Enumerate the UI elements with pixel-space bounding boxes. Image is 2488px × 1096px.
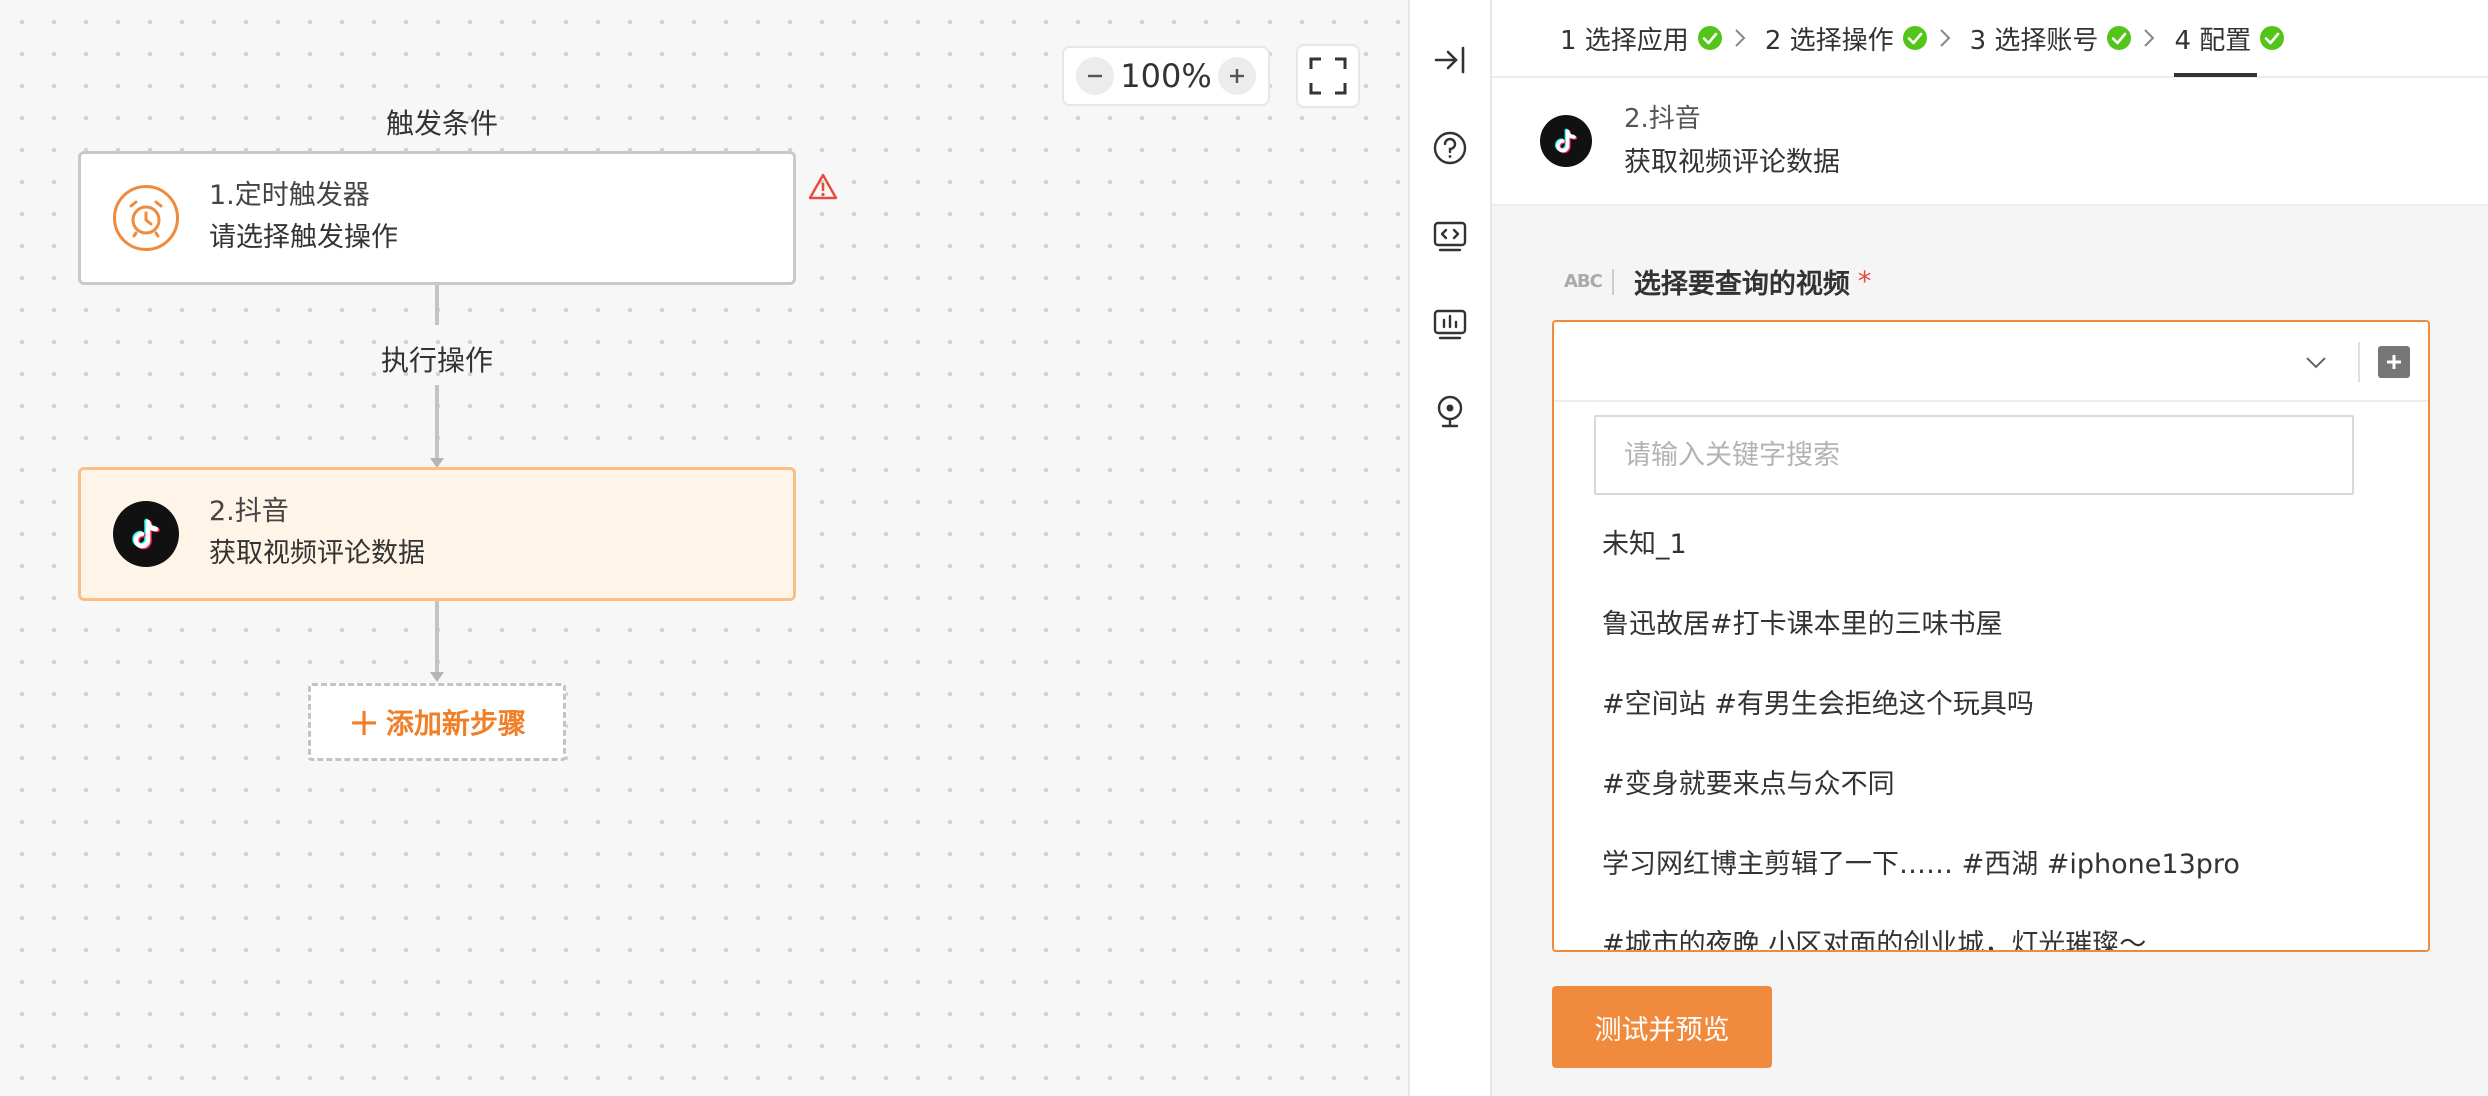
app-title: 2.抖音: [1624, 104, 1701, 134]
help-icon: [1433, 131, 1467, 165]
arrow-down-icon: [430, 672, 444, 682]
step-label: 3 选择账号: [1969, 25, 2099, 56]
list-item[interactable]: 鲁迅故居#打卡课本里的三味书屋: [1554, 585, 2428, 665]
chevron-down-icon[interactable]: [2304, 350, 2328, 374]
zoom-out-button[interactable]: [1076, 57, 1114, 95]
tiktok-icon: [1540, 115, 1592, 167]
step-configure[interactable]: 4 配置: [2174, 0, 2285, 77]
list-item[interactable]: #空间站 #有男生会拒绝这个玩具吗: [1554, 665, 2428, 745]
check-circle-icon: [2260, 26, 2285, 50]
text-type-badge: ABC: [1564, 271, 1603, 292]
minus-icon: [1088, 74, 1102, 78]
chevron-right-icon: [1735, 29, 1746, 47]
zoom-level: 100%: [1120, 57, 1212, 95]
divider: [1611, 268, 1614, 295]
step-select-app[interactable]: 1 选择应用: [1560, 0, 1747, 77]
list-item[interactable]: #变身就要来点与众不同: [1554, 745, 2428, 825]
list-item[interactable]: 学习网红博主剪辑了一下…… #西湖 #iphone13pro: [1554, 825, 2428, 905]
action-section-label: 执行操作: [381, 344, 494, 377]
step-label: 4 配置: [2174, 25, 2252, 56]
action-node[interactable]: 2.抖音 获取视频评论数据: [78, 467, 796, 601]
warning-icon[interactable]: [808, 172, 838, 202]
divider: [2358, 342, 2360, 382]
list-item[interactable]: 未知_1: [1554, 505, 2428, 585]
trigger-node-subtitle: 请选择触发操作: [209, 222, 398, 253]
action-node-subtitle: 获取视频评论数据: [209, 538, 425, 569]
step-select-action[interactable]: 2 选择操作: [1765, 0, 1952, 77]
field-label-text: 选择要查询的视频: [1633, 269, 1850, 300]
config-panel: 1 选择应用 2 选择操作 3 选择账号 4 配置 2.抖音 获取视频评论数据 …: [1492, 0, 2488, 1096]
plus-icon: [1229, 69, 1244, 83]
chart-button[interactable]: [1430, 304, 1470, 344]
zoom-in-button[interactable]: [1217, 57, 1256, 95]
check-circle-icon: [1697, 26, 1722, 50]
trigger-section-label: 触发条件: [386, 107, 499, 140]
app-header: 2.抖音 获取视频评论数据: [1492, 78, 2488, 206]
video-select-trigger[interactable]: [1554, 322, 2428, 402]
check-circle-icon: [2107, 26, 2132, 50]
location-button[interactable]: [1430, 392, 1470, 432]
step-select-account[interactable]: 3 选择账号: [1970, 0, 2157, 77]
required-mark: *: [1857, 266, 1872, 297]
video-field-label: ABC 选择要查询的视频 *: [1564, 262, 1871, 301]
connector-line: [435, 601, 439, 675]
connector-line: [435, 285, 439, 325]
test-preview-button[interactable]: 测试并预览: [1552, 986, 1772, 1068]
app-subtitle: 获取视频评论数据: [1624, 147, 1840, 178]
check-circle-icon: [1902, 26, 1927, 50]
plus-icon: +: [348, 700, 380, 744]
step-bar: 1 选择应用 2 选择操作 3 选择账号 4 配置: [1492, 0, 2488, 78]
step-label: 1 选择应用: [1560, 25, 1689, 56]
location-pin-icon: [1437, 395, 1463, 428]
zoom-control: 100%: [1062, 46, 1270, 106]
action-node-title: 2.抖音: [209, 496, 289, 527]
alarm-clock-icon: [113, 185, 179, 251]
collapse-panel-icon: [1434, 46, 1465, 74]
code-icon: [1433, 221, 1467, 252]
fullscreen-button[interactable]: [1296, 44, 1360, 108]
help-button[interactable]: [1430, 128, 1470, 168]
fullscreen-icon: [1309, 57, 1347, 95]
connector-line: [435, 385, 439, 461]
tiktok-icon: [113, 501, 179, 567]
add-step-button[interactable]: + 添加新步骤: [308, 683, 566, 761]
step-label: 2 选择操作: [1764, 25, 1894, 56]
tool-strip: [1410, 0, 1490, 1096]
chevron-right-icon: [1939, 29, 1951, 47]
code-button[interactable]: [1430, 216, 1470, 256]
insert-variable-button[interactable]: [2378, 346, 2410, 378]
chevron-right-icon: [2144, 29, 2155, 47]
video-select[interactable]: 未知_1 鲁迅故居#打卡课本里的三味书屋 #空间站 #有男生会拒绝这个玩具吗 #…: [1552, 320, 2430, 952]
workflow-canvas[interactable]: 100% 触发条件 1.定时触发器 请选择触发操作 执行操作 2.抖音 获取视频…: [0, 0, 1408, 1096]
trigger-node[interactable]: 1.定时触发器 请选择触发操作: [78, 151, 796, 285]
trigger-node-title: 1.定时触发器: [209, 180, 370, 211]
chart-icon: [1433, 309, 1467, 340]
add-step-label: 添加新步骤: [385, 707, 526, 740]
video-options-list: 未知_1 鲁迅故居#打卡课本里的三味书屋 #空间站 #有男生会拒绝这个玩具吗 #…: [1554, 505, 2428, 950]
video-search-input[interactable]: [1594, 415, 2354, 495]
collapse-panel-button[interactable]: [1430, 40, 1470, 80]
list-item[interactable]: #城市的夜晚 小区对面的创业城，灯光璀璨～: [1554, 905, 2428, 950]
plus-square-icon: [2387, 355, 2401, 369]
